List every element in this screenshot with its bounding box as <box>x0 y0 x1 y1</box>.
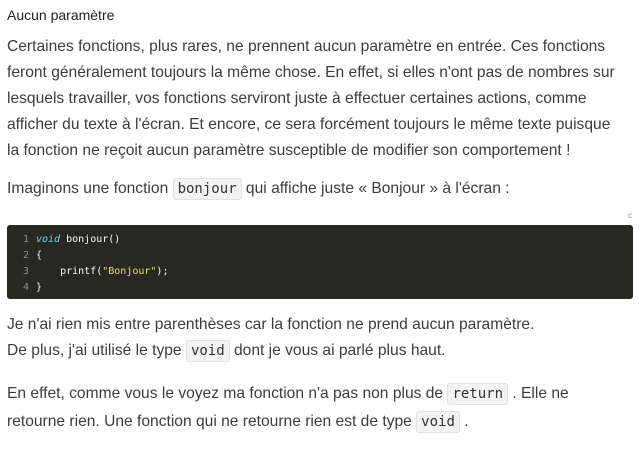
line-number: 4 <box>22 282 29 293</box>
code-text: } <box>36 282 43 293</box>
code-text: printf( <box>36 266 103 277</box>
text-segment: qui affiche juste « Bonjour » à l'écran … <box>241 180 510 197</box>
example-intro-paragraph: Imaginons une fonction bonjour qui affic… <box>7 176 637 202</box>
code-text: ); <box>156 266 169 277</box>
text-segment: retourne rien. Une fonction qui ne retou… <box>7 413 417 430</box>
text-segment: . Elle ne <box>508 385 569 402</box>
code-language-label: c <box>628 211 632 220</box>
text-segment: Imaginons une fonction <box>7 180 173 197</box>
text-segment: De plus, j'ai utilisé le type <box>7 342 186 359</box>
text-segment: dont je vous ai parlé plus haut. <box>229 342 446 359</box>
code-block: 1 void bonjour() 2{ 3 printf("Bonjour"); … <box>7 225 633 299</box>
inline-code-bonjour: bonjour <box>172 178 242 200</box>
code-keyword: void <box>36 234 61 245</box>
intro-paragraph: Certaines fonctions, plus rares, ne pren… <box>7 34 637 164</box>
line-number: 2 <box>22 250 29 261</box>
line-number: 1 <box>22 234 29 245</box>
text-segment: . <box>459 413 469 430</box>
paragraph-line: afficher du texte à l'écran. Et encore, … <box>7 116 611 133</box>
line-number: 3 <box>22 266 29 277</box>
paragraph-line: Je n'ai rien mis entre parenthèses car l… <box>7 316 535 333</box>
section-heading: Aucun paramètre <box>7 7 115 23</box>
code-line: 2{ <box>7 248 633 264</box>
paragraph-line: retourne rien. Une fonction qui ne retou… <box>7 408 637 436</box>
paragraph-line: De plus, j'ai utilisé le type void dont … <box>7 338 637 364</box>
paragraph-line: lesquels travailler, vos fonctions servi… <box>7 90 587 107</box>
inline-code-void: void <box>185 340 230 362</box>
code-line: 1 void bonjour() <box>7 232 633 248</box>
paragraph-line: feront généralement toujours la même cho… <box>7 64 615 81</box>
paragraph-line: Certaines fonctions, plus rares, ne pren… <box>7 38 606 55</box>
conclusion-paragraph: En effet, comme vous le voyez ma fonctio… <box>7 380 637 436</box>
article-page: Aucun paramètre Certaines fonctions, plu… <box>0 0 640 449</box>
paragraph-line: la fonction ne reçoit aucun paramètre su… <box>7 142 571 159</box>
inline-code-void: void <box>416 411 460 433</box>
code-text: bonjour() <box>60 234 121 245</box>
code-line: 4} <box>7 280 633 296</box>
paragraph-line: Imaginons une fonction bonjour qui affic… <box>7 176 637 202</box>
text-segment: En effet, comme vous le voyez ma fonctio… <box>7 385 448 402</box>
explanation-paragraph: Je n'ai rien mis entre parenthèses car l… <box>7 312 637 364</box>
inline-code-return: return <box>447 383 509 405</box>
code-text: { <box>36 250 43 261</box>
paragraph-line: En effet, comme vous le voyez ma fonctio… <box>7 380 637 408</box>
code-string: "Bonjour" <box>102 266 157 277</box>
code-line: 3 printf("Bonjour"); <box>7 264 633 280</box>
